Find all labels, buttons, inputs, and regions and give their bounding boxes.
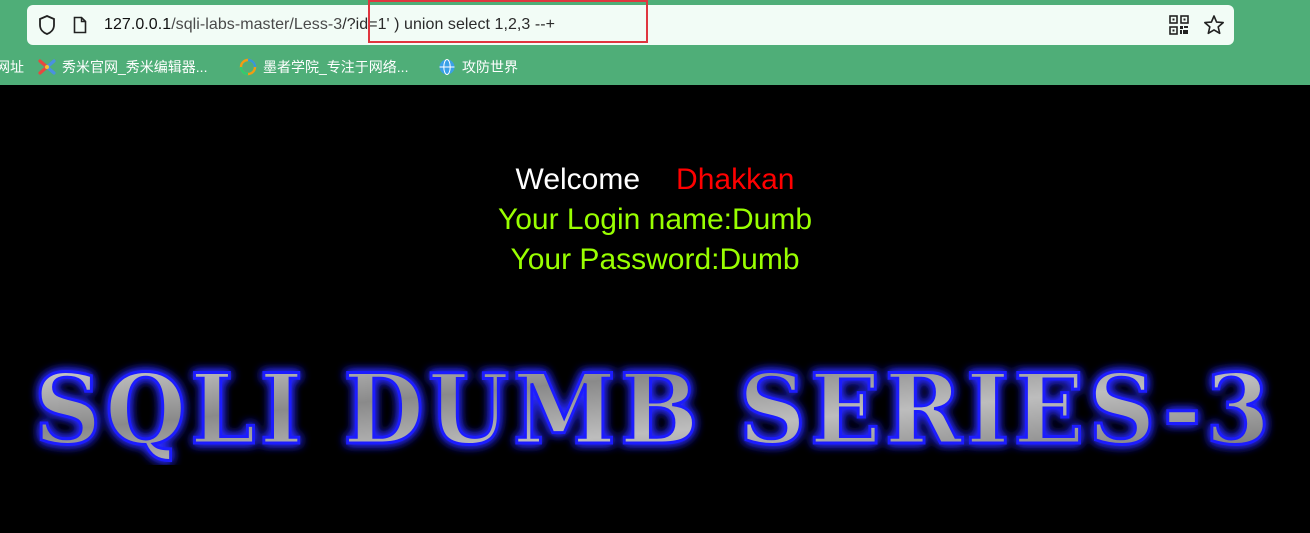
bookmark-label: 墨者学院_专注于网络...	[263, 59, 409, 75]
xiumi-logo-icon	[38, 58, 56, 76]
password-text: Your Password:Dumb	[510, 243, 800, 276]
bookmark-item[interactable]: 墨者学院_专注于网络...	[239, 52, 408, 82]
address-bar[interactable]: 127.0.0.1/sqli-labs-master/Less-3/?id=1'…	[27, 5, 1234, 45]
bookmark-label: 网址	[0, 59, 24, 75]
page-content: Welcome Dhakkan Your Login name:Dumb Your…	[0, 85, 1310, 533]
bookmark-item[interactable]: 秀米官网_秀米编辑器...	[38, 52, 207, 82]
bookmarks-bar: 网址 秀米官网_秀米编辑器... 墨者学院_专注于网络... 攻防世界	[0, 52, 1310, 82]
bookmark-star-icon[interactable]	[1203, 14, 1225, 36]
welcome-line: Welcome Dhakkan	[0, 163, 1310, 197]
bookmark-item[interactable]: 攻防世界	[438, 52, 518, 82]
globe-icon	[438, 58, 456, 76]
shield-icon[interactable]	[36, 5, 58, 45]
browser-toolbar: 127.0.0.1/sqli-labs-master/Less-3/?id=1'…	[0, 0, 1310, 85]
login-name-text: Your Login name:Dumb	[497, 203, 813, 236]
banner-text: SQLI DUMB SERIES-3	[34, 355, 1274, 465]
url-text[interactable]: 127.0.0.1/sqli-labs-master/Less-3/?id=1'…	[104, 5, 555, 45]
series-banner-image: SQLI DUMB SERIES-3	[33, 355, 1274, 465]
qr-code-icon[interactable]	[1169, 15, 1189, 35]
url-query: /?id=1' ) union select 1,2,3 --+	[342, 16, 555, 33]
bookmark-label: 秀米官网_秀米编辑器...	[62, 59, 208, 75]
url-host: 127.0.0.1	[104, 16, 172, 33]
user-name-text: Dhakkan	[676, 163, 795, 196]
bookmark-label: 攻防世界	[462, 59, 518, 75]
page-icon	[71, 5, 89, 45]
welcome-text: Welcome	[515, 163, 641, 196]
url-path: /sqli-labs-master/Less-3	[171, 16, 343, 33]
mozhe-logo-icon	[239, 58, 257, 76]
bookmark-item[interactable]: 网址	[0, 52, 24, 82]
